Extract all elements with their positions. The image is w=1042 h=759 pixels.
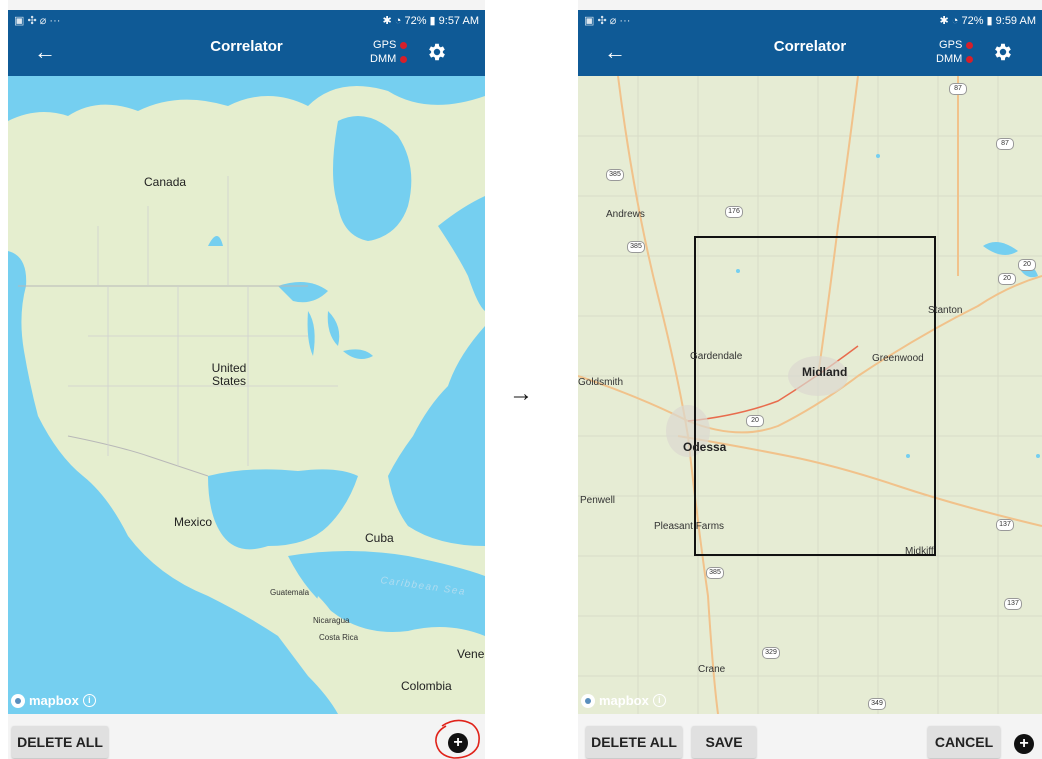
map-label-guatemala: Guatemala <box>270 588 310 597</box>
add-icon[interactable]: + <box>1014 734 1034 754</box>
map-label-crane: Crane <box>698 664 726 675</box>
comparison-page: ▣ ✣ ⌀ ··· ✱ ◔ 72% ▮ 9:57 AM ← Correlator… <box>0 0 1042 759</box>
road-shield: 385 <box>627 241 645 253</box>
road-shield: 385 <box>606 169 624 181</box>
bottom-toolbar: DELETE ALL SAVE CANCEL + <box>578 714 1042 759</box>
info-icon[interactable]: i <box>82 694 96 707</box>
map-label-canada: Canada <box>144 175 187 189</box>
bottom-toolbar: DELETE ALL + <box>8 714 485 759</box>
map-label-united-states: United States <box>211 361 247 388</box>
map-label-midkiff: Midkiff <box>905 546 934 557</box>
status-clock: ✱ ◔ 72% ▮ 9:59 AM <box>939 14 1036 27</box>
delete-all-button[interactable]: DELETE ALL <box>586 726 682 758</box>
road-shield: 20 <box>1018 259 1036 271</box>
mapbox-logo-text: mapbox <box>29 693 79 708</box>
road-shield: 20 <box>746 415 764 427</box>
connection-indicators: GPS DMM <box>936 38 974 66</box>
dmm-label: DMM <box>936 53 963 65</box>
connection-indicators: GPS DMM <box>370 38 408 66</box>
road-shield: 329 <box>762 647 780 659</box>
status-bar: ▣ ✣ ⌀ ··· ✱ ◔ 72% ▮ 9:59 AM <box>578 10 1042 30</box>
annotation-circle <box>435 719 480 759</box>
west-texas-map <box>578 76 1042 714</box>
gps-label: GPS <box>373 39 397 51</box>
gear-icon[interactable] <box>992 41 1014 63</box>
gear-icon[interactable] <box>426 41 448 63</box>
mapbox-logo-text: mapbox <box>599 693 649 708</box>
map-label-venezuela: Vene <box>457 647 485 661</box>
cancel-button[interactable]: CANCEL <box>928 726 1000 758</box>
status-icons: ▣ ✣ ⌀ ··· <box>14 14 61 27</box>
mapbox-attribution[interactable]: mapbox i <box>11 693 96 708</box>
map-label-penwell: Penwell <box>580 495 616 506</box>
gps-status-dot <box>400 41 408 49</box>
save-button[interactable]: SAVE <box>692 726 756 758</box>
road-shield: 137 <box>1004 598 1022 610</box>
map-label-cuba: Cuba <box>365 531 394 545</box>
road-shield: 87 <box>996 138 1014 150</box>
status-bar: ▣ ✣ ⌀ ··· ✱ ◔ 72% ▮ 9:57 AM <box>8 10 485 30</box>
map-view[interactable]: 87 87 385 176 385 20 20 20 137 385 137 3… <box>578 76 1042 714</box>
road-shield: 176 <box>725 206 743 218</box>
map-label-colombia: Colombia <box>401 679 452 693</box>
app-header: ← Correlator GPS DMM <box>578 30 1042 76</box>
map-label-mexico: Mexico <box>174 515 213 529</box>
dmm-label: DMM <box>370 53 397 65</box>
screen-before: ▣ ✣ ⌀ ··· ✱ ◔ 72% ▮ 9:57 AM ← Correlator… <box>8 0 485 759</box>
map-label-pleasant-farms: Pleasant Farms <box>654 521 725 532</box>
road-shield: 137 <box>996 519 1014 531</box>
dmm-status-dot <box>400 55 408 63</box>
mapbox-logo-icon <box>11 693 25 708</box>
map-label-greenwood: Greenwood <box>872 353 924 364</box>
gps-label: GPS <box>939 39 963 51</box>
road-shield: 385 <box>706 567 724 579</box>
map-label-odessa: Odessa <box>683 440 727 454</box>
map-label-costa-rica: Costa Rica <box>319 633 359 642</box>
map-label-stanton: Stanton <box>928 305 963 316</box>
status-icons: ▣ ✣ ⌀ ··· <box>584 14 631 27</box>
map-label-nicaragua: Nicaragua <box>313 616 350 625</box>
map-label-goldsmith: Goldsmith <box>578 377 624 388</box>
transition-arrow: → <box>509 380 533 407</box>
mapbox-logo-icon <box>581 693 595 708</box>
app-header: ← Correlator GPS DMM <box>8 30 485 76</box>
gps-status-dot <box>966 41 974 49</box>
map-label-andrews: Andrews <box>606 209 645 220</box>
road-shield: 87 <box>949 83 967 95</box>
page-title: Correlator <box>210 38 283 55</box>
north-america-map <box>8 76 485 714</box>
info-icon[interactable]: i <box>652 694 666 707</box>
mapbox-attribution[interactable]: mapbox i <box>581 693 666 708</box>
screen-after: ▣ ✣ ⌀ ··· ✱ ◔ 72% ▮ 9:59 AM ← Correlator… <box>578 0 1042 759</box>
status-clock: ✱ ◔ 72% ▮ 9:57 AM <box>382 14 479 27</box>
map-label-midland: Midland <box>802 365 848 379</box>
road-shield: 349 <box>868 698 886 710</box>
dmm-status-dot <box>966 55 974 63</box>
map-label-gardendale: Gardendale <box>690 351 743 362</box>
delete-all-button[interactable]: DELETE ALL <box>12 726 108 758</box>
map-view[interactable]: Canada United States Mexico Cuba Caribbe… <box>8 76 485 714</box>
road-shield: 20 <box>998 273 1016 285</box>
